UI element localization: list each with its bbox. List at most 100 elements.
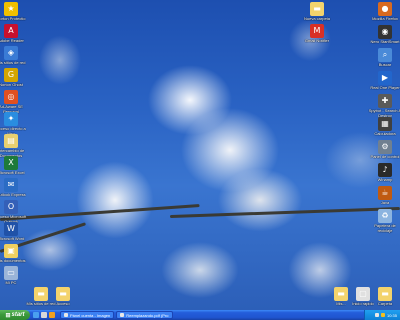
taskbar-window-label: Reemplazando.pdf (Pro	[126, 312, 169, 318]
desktop-shortcut-label: Carpeta	[377, 301, 393, 306]
desktop-shortcut[interactable]: ▦ Calculadora	[368, 117, 400, 137]
clock[interactable]: 10:35	[387, 313, 397, 318]
quick-launch-bar	[30, 312, 58, 318]
excel-icon: X	[4, 156, 18, 170]
wallpaper-branch	[169, 206, 400, 218]
desktop-shortcut-label: Norton Protectio	[0, 16, 26, 21]
winamp-icon: ♪	[378, 163, 392, 177]
window-icon	[64, 313, 68, 317]
desktop-shortcut-label: Java	[380, 200, 390, 205]
task-buttons: Pánel cuenta - Imagen Reemplazando.pdf (P…	[58, 311, 173, 319]
desktop-shortcut[interactable]: X Microsoft Excel	[0, 156, 28, 176]
taskbar-window-label: Pánel cuenta - Imagen	[70, 312, 111, 318]
desktop-shortcut[interactable]: ◉ Nero StartSmart	[368, 25, 400, 45]
desktop-shortcut[interactable]: W Microsoft Word	[0, 222, 28, 242]
desktop-shortcut[interactable]: G Norton Ghost	[0, 68, 28, 88]
desktop-shortcut-label: Buscar	[378, 62, 392, 67]
calculator-icon: ▦	[378, 117, 392, 131]
start-button[interactable]: ⊞ start	[0, 310, 30, 320]
gmail-icon: M	[310, 24, 324, 38]
network-tray-icon[interactable]	[374, 313, 379, 317]
start-label: start	[11, 312, 25, 318]
desktop-shortcut-label: Mozilla Firefox	[372, 16, 398, 21]
desktop-shortcut-label: Norton Ghost	[0, 82, 23, 87]
word-icon: W	[4, 222, 18, 236]
my-documents-icon: ▣	[4, 244, 18, 258]
desktop-shortcut-label: Microsoft Word	[0, 236, 25, 241]
nero-icon: ◉	[378, 25, 392, 39]
norton-icon: ★	[4, 2, 18, 16]
folder-icon: ▬	[56, 287, 70, 301]
desktop-shortcut-label: Mis documentos	[0, 258, 26, 263]
windows-logo-icon: ⊞	[5, 312, 11, 319]
control-panel-icon: ⚙	[378, 140, 392, 154]
desktop-shortcut[interactable]: ♻ Papelera de reciclaje	[368, 209, 400, 233]
desktop-shortcut[interactable]: ▬ Acceso	[46, 287, 80, 307]
desktop-shortcut-label: Adobe Reader	[0, 38, 24, 43]
outlook-icon: ✉	[4, 178, 18, 192]
desktop-shortcut[interactable]: ▣Mis documentos	[0, 244, 28, 264]
network-places-icon: ◈	[4, 46, 18, 60]
desktop-shortcut-label: Outlook Express	[0, 192, 26, 197]
recycle-bin-icon: ♻	[378, 209, 392, 223]
desktop-shortcut[interactable]: ✚ Spybot - Search & Destroy	[368, 94, 400, 118]
desktop-shortcut-label: Nueva carpeta	[303, 16, 330, 21]
spybot-icon: ✚	[378, 94, 392, 108]
desktop-shortcut[interactable]: ▬ Carpeta	[368, 287, 400, 307]
desktop-shortcut-label: Nero StartSmart	[370, 39, 400, 44]
tray-icons	[374, 313, 385, 317]
desktop-shortcut[interactable]: A Adobe Reader	[0, 24, 28, 44]
desktop-shortcut[interactable]: ★Norton Protectio	[0, 2, 28, 22]
taskbar-window-button[interactable]: Reemplazando.pdf (Pro	[116, 311, 173, 319]
desktop-shortcut-label: Winamp	[377, 177, 393, 182]
desktop-shortcut[interactable]: ✦Acceso directo a Msn	[0, 112, 28, 136]
system-tray: 10:35	[364, 310, 400, 320]
antivirus-tray-icon[interactable]	[380, 313, 385, 317]
my-computer-icon: ▭	[4, 266, 18, 280]
msn-icon: ✦	[4, 112, 18, 126]
outlook-icon: O	[4, 200, 18, 214]
desktop[interactable]	[0, 0, 400, 310]
desktop-shortcut[interactable]: ☕ Java	[368, 186, 400, 206]
desktop-shortcut[interactable]: ◈Mis sitios de red	[0, 46, 28, 66]
desktop-shortcut[interactable]: ▤Intercambio de Documentos	[0, 134, 28, 158]
folder-icon: ▬	[310, 2, 324, 16]
media-player-icon[interactable]	[49, 312, 55, 318]
ad-aware-icon: ◎	[4, 90, 18, 104]
adobe-reader-icon: A	[4, 24, 18, 38]
folder-icon: ▬	[378, 287, 392, 301]
desktop-shortcut[interactable]: OAcceso Microsoft Outlook	[0, 200, 28, 224]
desktop-shortcut-label: Real One Player	[370, 85, 400, 90]
pdf-icon	[120, 313, 125, 317]
desktop-shortcut[interactable]: ▭ Mi PC	[0, 266, 28, 286]
desktop-shortcut-label: Microsoft Excel	[0, 170, 25, 175]
desktop-shortcut-label: Gmail Notifier	[304, 38, 330, 43]
desktop-shortcut[interactable]: ▶ Real One Player	[368, 71, 400, 91]
desktop-shortcut-label: Mis sitios de red	[0, 60, 26, 65]
desktop-shortcut[interactable]: ⌕ Buscar	[368, 48, 400, 68]
desktop-shortcut[interactable]: ✉Outlook Express	[0, 178, 28, 198]
search-icon: ⌕	[378, 48, 392, 62]
documents-icon: ▤	[4, 134, 18, 148]
taskbar: ⊞ start Pánel cuenta - Imagen Reemplazand…	[0, 310, 400, 320]
taskbar-window-button[interactable]: Pánel cuenta - Imagen	[60, 311, 115, 319]
desktop-shortcut[interactable]: ♪ Winamp	[368, 163, 400, 183]
desktop-shortcut-label: Acceso	[56, 301, 70, 306]
desktop-shortcut[interactable]: ⚙ Panel de control	[368, 140, 400, 160]
desktop-shortcut[interactable]: M Gmail Notifier	[300, 24, 334, 44]
firefox-icon: ●	[378, 2, 392, 16]
desktop-shortcut-label: Calculadora	[374, 131, 396, 136]
desktop-shortcut[interactable]: ▬ Nueva carpeta	[300, 2, 334, 22]
wallpaper-branch	[0, 204, 200, 221]
desktop-shortcut[interactable]: ◎Ad-Aware SE Personal	[0, 90, 28, 114]
norton-ghost-icon: G	[4, 68, 18, 82]
java-icon: ☕	[378, 186, 392, 200]
desktop-shortcut[interactable]: ● Mozilla Firefox	[368, 2, 400, 22]
realplayer-icon: ▶	[378, 71, 392, 85]
show-desktop-icon[interactable]	[41, 312, 47, 318]
desktop-shortcut-label: Panel de control	[370, 154, 400, 159]
ie-icon[interactable]	[33, 312, 39, 318]
desktop-shortcut-label: Mis...	[336, 301, 346, 306]
desktop-shortcut-label: Papelera de reciclaje	[374, 223, 396, 233]
desktop-shortcut-label: Mi PC	[5, 280, 17, 285]
